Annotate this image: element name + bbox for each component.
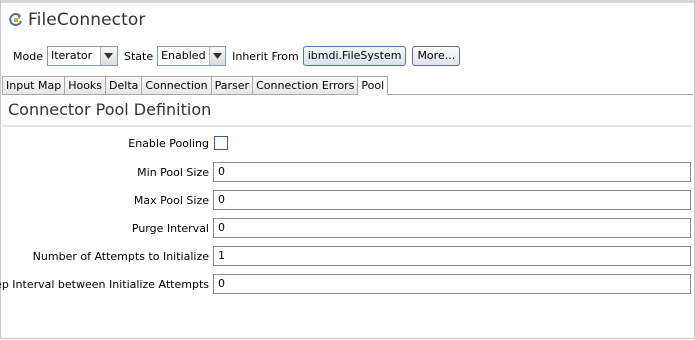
tab-connection-errors[interactable]: Connection Errors xyxy=(252,76,359,94)
max-pool-size-label: Max Pool Size xyxy=(133,194,209,207)
init-attempts-label: Number of Attempts to Initialize xyxy=(32,250,209,263)
min-pool-size-field[interactable]: 0 xyxy=(213,162,691,182)
toolbar: Mode Iterator State Enabled Inherit From… xyxy=(13,46,466,66)
tab-delta[interactable]: Delta xyxy=(105,76,143,94)
pool-panel xyxy=(2,95,693,337)
max-pool-size-field[interactable]: 0 xyxy=(213,190,691,210)
tab-hooks[interactable]: Hooks xyxy=(64,76,107,94)
title-bar: FileConnector xyxy=(8,10,145,30)
more-button[interactable]: More... xyxy=(412,46,461,66)
chevron-down-icon[interactable] xyxy=(99,47,117,65)
state-label: State xyxy=(123,49,154,63)
min-pool-size-label: Min Pool Size xyxy=(137,166,209,179)
tab-bar: Input Map Hooks Delta Connection Parser … xyxy=(2,76,389,95)
enable-pooling-checkbox[interactable] xyxy=(214,136,228,150)
purge-interval-label: Purge Interval xyxy=(131,222,209,235)
mode-select-value: Iterator xyxy=(50,49,93,62)
chevron-down-icon[interactable] xyxy=(208,47,226,65)
section-title: Connector Pool Definition xyxy=(8,100,212,119)
connector-refresh-icon xyxy=(9,13,22,26)
sleep-interval-field[interactable]: 0 xyxy=(213,274,691,294)
mode-label: Mode xyxy=(13,49,43,63)
tab-input-map[interactable]: Input Map xyxy=(2,76,66,94)
tab-pool[interactable]: Pool xyxy=(357,76,389,95)
sleep-interval-label: Sleep Interval between Initialize Attemp… xyxy=(0,278,209,291)
enable-pooling-label: Enable Pooling xyxy=(128,137,209,150)
mode-select[interactable]: Iterator xyxy=(46,46,118,66)
state-select-value: Enabled xyxy=(161,49,206,62)
tab-connection[interactable]: Connection xyxy=(141,76,212,94)
inherit-from-label: Inherit From xyxy=(232,49,299,63)
inherit-from-button[interactable]: ibmdi.FileSystem xyxy=(302,46,407,66)
tab-parser[interactable]: Parser xyxy=(210,76,254,94)
page-title: FileConnector xyxy=(28,10,146,30)
purge-interval-field[interactable]: 0 xyxy=(213,218,691,238)
init-attempts-field[interactable]: 1 xyxy=(213,246,691,266)
section-divider xyxy=(2,125,693,127)
state-select[interactable]: Enabled xyxy=(157,46,227,66)
